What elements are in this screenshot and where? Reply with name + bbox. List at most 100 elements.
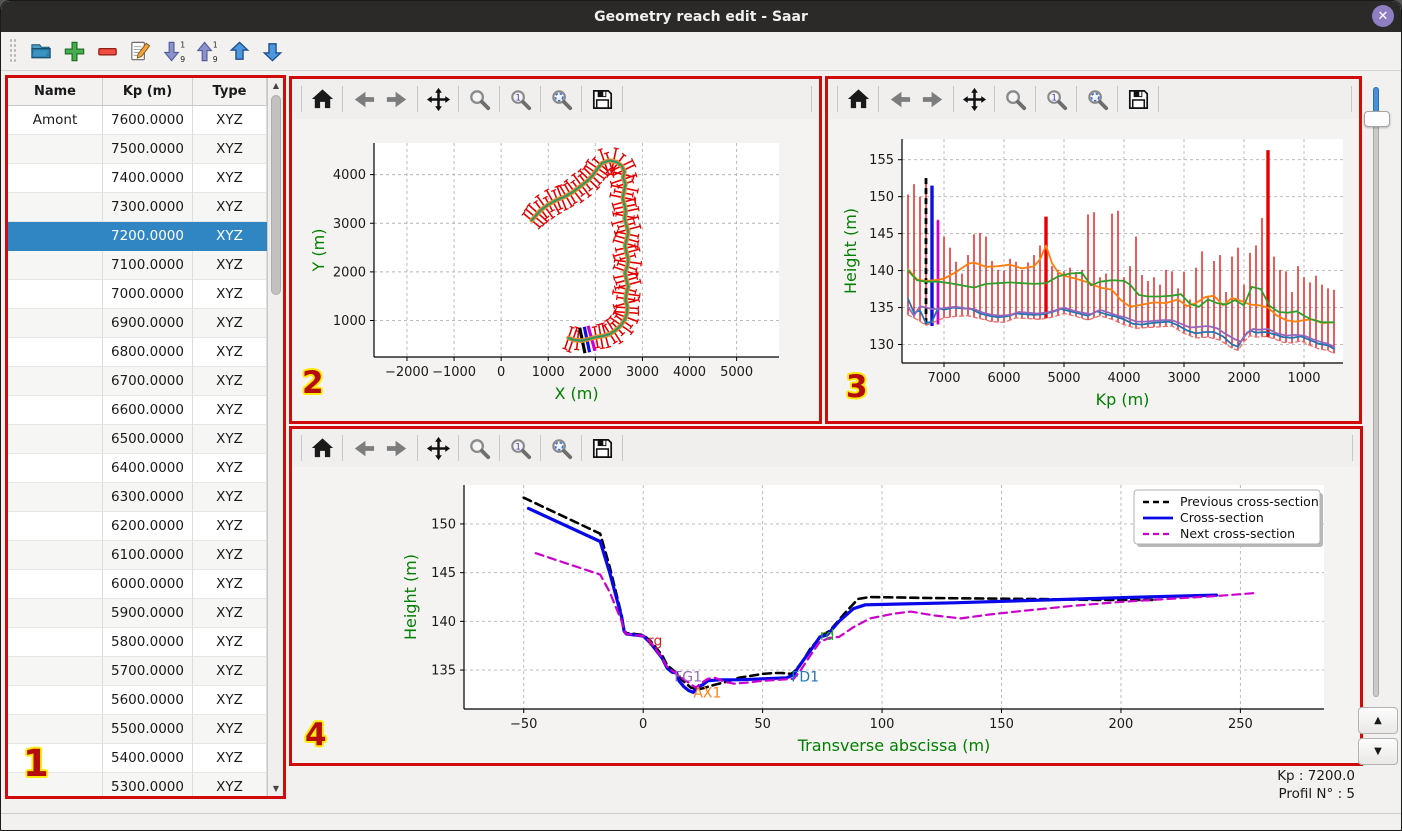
column-header-type[interactable]: Type xyxy=(193,78,267,105)
table-row[interactable]: 5900.0000 XYZ xyxy=(8,599,267,628)
cell-kp[interactable]: 7300.0000 xyxy=(103,193,193,222)
cell-kp[interactable]: 6000.0000 xyxy=(103,570,193,599)
cell-kp[interactable]: 5400.0000 xyxy=(103,744,193,773)
move-up-button[interactable] xyxy=(223,36,255,66)
plot-pan-button[interactable] xyxy=(957,82,991,116)
cell-kp[interactable]: 5300.0000 xyxy=(103,773,193,796)
cell-kp[interactable]: 7100.0000 xyxy=(103,251,193,280)
cell-kp[interactable]: 5500.0000 xyxy=(103,715,193,744)
edit-row-button[interactable] xyxy=(124,36,156,66)
cell-type[interactable]: XYZ xyxy=(193,135,267,164)
plot-pan-button[interactable] xyxy=(421,431,455,465)
cell-type[interactable]: XYZ xyxy=(193,280,267,309)
cell-kp[interactable]: 6800.0000 xyxy=(103,338,193,367)
plot-save-button[interactable] xyxy=(585,82,619,116)
cell-name[interactable] xyxy=(8,483,103,512)
cell-type[interactable]: XYZ xyxy=(193,483,267,512)
plot-back-button[interactable] xyxy=(346,82,380,116)
cell-type[interactable]: XYZ xyxy=(193,599,267,628)
cell-type[interactable]: XYZ xyxy=(193,512,267,541)
cell-name[interactable] xyxy=(8,222,103,251)
plot-zoom-one-button[interactable]: 1 xyxy=(503,82,537,116)
cell-type[interactable]: XYZ xyxy=(193,396,267,425)
plot-zoom-fit-button[interactable] xyxy=(544,82,578,116)
cell-type[interactable]: XYZ xyxy=(193,773,267,796)
cell-type[interactable]: XYZ xyxy=(193,715,267,744)
cell-name[interactable] xyxy=(8,570,103,599)
table-row[interactable]: 6600.0000 XYZ xyxy=(8,396,267,425)
plot-save-button[interactable] xyxy=(585,431,619,465)
cell-type[interactable]: XYZ xyxy=(193,541,267,570)
cell-kp[interactable]: 7400.0000 xyxy=(103,164,193,193)
cell-type[interactable]: XYZ xyxy=(193,628,267,657)
table-row[interactable]: 6700.0000 XYZ xyxy=(8,367,267,396)
cell-kp[interactable]: 6500.0000 xyxy=(103,425,193,454)
plot-zoom-one-button[interactable]: 1 xyxy=(503,431,537,465)
sort-descending-button[interactable]: 19 xyxy=(157,36,189,66)
cell-type[interactable]: XYZ xyxy=(193,686,267,715)
cell-name[interactable] xyxy=(8,193,103,222)
plot-zoom-button[interactable] xyxy=(998,82,1032,116)
plot-zoom-fit-button[interactable] xyxy=(1080,82,1114,116)
table-row[interactable]: 7300.0000 XYZ xyxy=(8,193,267,222)
profile-slider-track[interactable] xyxy=(1373,87,1379,697)
plot-save-button[interactable] xyxy=(1121,82,1155,116)
table-row[interactable]: 6500.0000 XYZ xyxy=(8,425,267,454)
plot-zoom-fit-button[interactable] xyxy=(544,431,578,465)
cell-kp[interactable]: 5600.0000 xyxy=(103,686,193,715)
plot-pan-button[interactable] xyxy=(421,82,455,116)
longitudinal-profile-plot[interactable]: 7000 6000 5000 4000 3000 2000 1000 130 135 140 145… xyxy=(828,119,1359,421)
cell-name[interactable] xyxy=(8,454,103,483)
table-row[interactable]: 5500.0000 XYZ xyxy=(8,715,267,744)
cell-kp[interactable]: 7000.0000 xyxy=(103,280,193,309)
plot-back-button[interactable] xyxy=(882,82,916,116)
table-row[interactable]: 6000.0000 XYZ xyxy=(8,570,267,599)
table-row[interactable]: 7100.0000 XYZ xyxy=(8,251,267,280)
table-row[interactable]: Amont 7600.0000 XYZ xyxy=(8,106,267,135)
cell-kp[interactable]: 7500.0000 xyxy=(103,135,193,164)
cell-kp[interactable]: 6400.0000 xyxy=(103,454,193,483)
table-row[interactable]: 5700.0000 XYZ xyxy=(8,657,267,686)
scrollbar-up-icon[interactable]: ▲ xyxy=(269,78,283,93)
cell-name[interactable] xyxy=(8,280,103,309)
plot-forward-button[interactable] xyxy=(380,431,414,465)
toolbar-drag-handle-icon[interactable] xyxy=(9,38,17,64)
cell-kp[interactable]: 6700.0000 xyxy=(103,367,193,396)
cell-name[interactable] xyxy=(8,338,103,367)
plan-view-plot[interactable]: −2000 −1000 0 1000 2000 3000 4000 5000 1000 2000 3… xyxy=(292,119,819,421)
close-button[interactable]: ✕ xyxy=(1372,5,1394,27)
cell-name[interactable] xyxy=(8,541,103,570)
cell-kp[interactable]: 5800.0000 xyxy=(103,628,193,657)
cell-name[interactable] xyxy=(8,135,103,164)
scrollbar-thumb[interactable] xyxy=(270,95,281,295)
cell-type[interactable]: XYZ xyxy=(193,367,267,396)
table-row[interactable]: 5600.0000 XYZ xyxy=(8,686,267,715)
plot-home-button[interactable] xyxy=(841,82,875,116)
cell-name[interactable] xyxy=(8,425,103,454)
cell-kp[interactable]: 6100.0000 xyxy=(103,541,193,570)
cell-kp[interactable]: 5700.0000 xyxy=(103,657,193,686)
table-row[interactable]: 5800.0000 XYZ xyxy=(8,628,267,657)
cross-section-plot[interactable]: −50 0 50 100 150 200 250 135 140 145 150 Transverse… xyxy=(292,467,1360,763)
cell-kp[interactable]: 7600.0000 xyxy=(103,106,193,135)
profile-down-button[interactable]: ▼ xyxy=(1358,738,1398,765)
table-scrollbar[interactable]: ▲ ▼ xyxy=(267,78,283,796)
cell-type[interactable]: XYZ xyxy=(193,454,267,483)
table-row[interactable]: 6400.0000 XYZ xyxy=(8,454,267,483)
cell-name[interactable] xyxy=(8,512,103,541)
cell-name[interactable] xyxy=(8,599,103,628)
cell-type[interactable]: XYZ xyxy=(193,338,267,367)
cell-type[interactable]: XYZ xyxy=(193,744,267,773)
cell-name[interactable] xyxy=(8,309,103,338)
table-row[interactable]: 7400.0000 XYZ xyxy=(8,164,267,193)
profile-up-button[interactable]: ▲ xyxy=(1358,707,1398,734)
column-header-name[interactable]: Name xyxy=(8,78,103,105)
table-row[interactable]: 7200.0000 XYZ xyxy=(8,222,267,251)
cell-type[interactable]: XYZ xyxy=(193,222,267,251)
cell-type[interactable]: XYZ xyxy=(193,657,267,686)
table-row[interactable]: 7500.0000 XYZ xyxy=(8,135,267,164)
cell-name[interactable] xyxy=(8,251,103,280)
sort-ascending-button[interactable]: 19 xyxy=(190,36,222,66)
cell-name[interactable] xyxy=(8,657,103,686)
column-header-kp-m[interactable]: Kp (m) xyxy=(103,78,193,105)
